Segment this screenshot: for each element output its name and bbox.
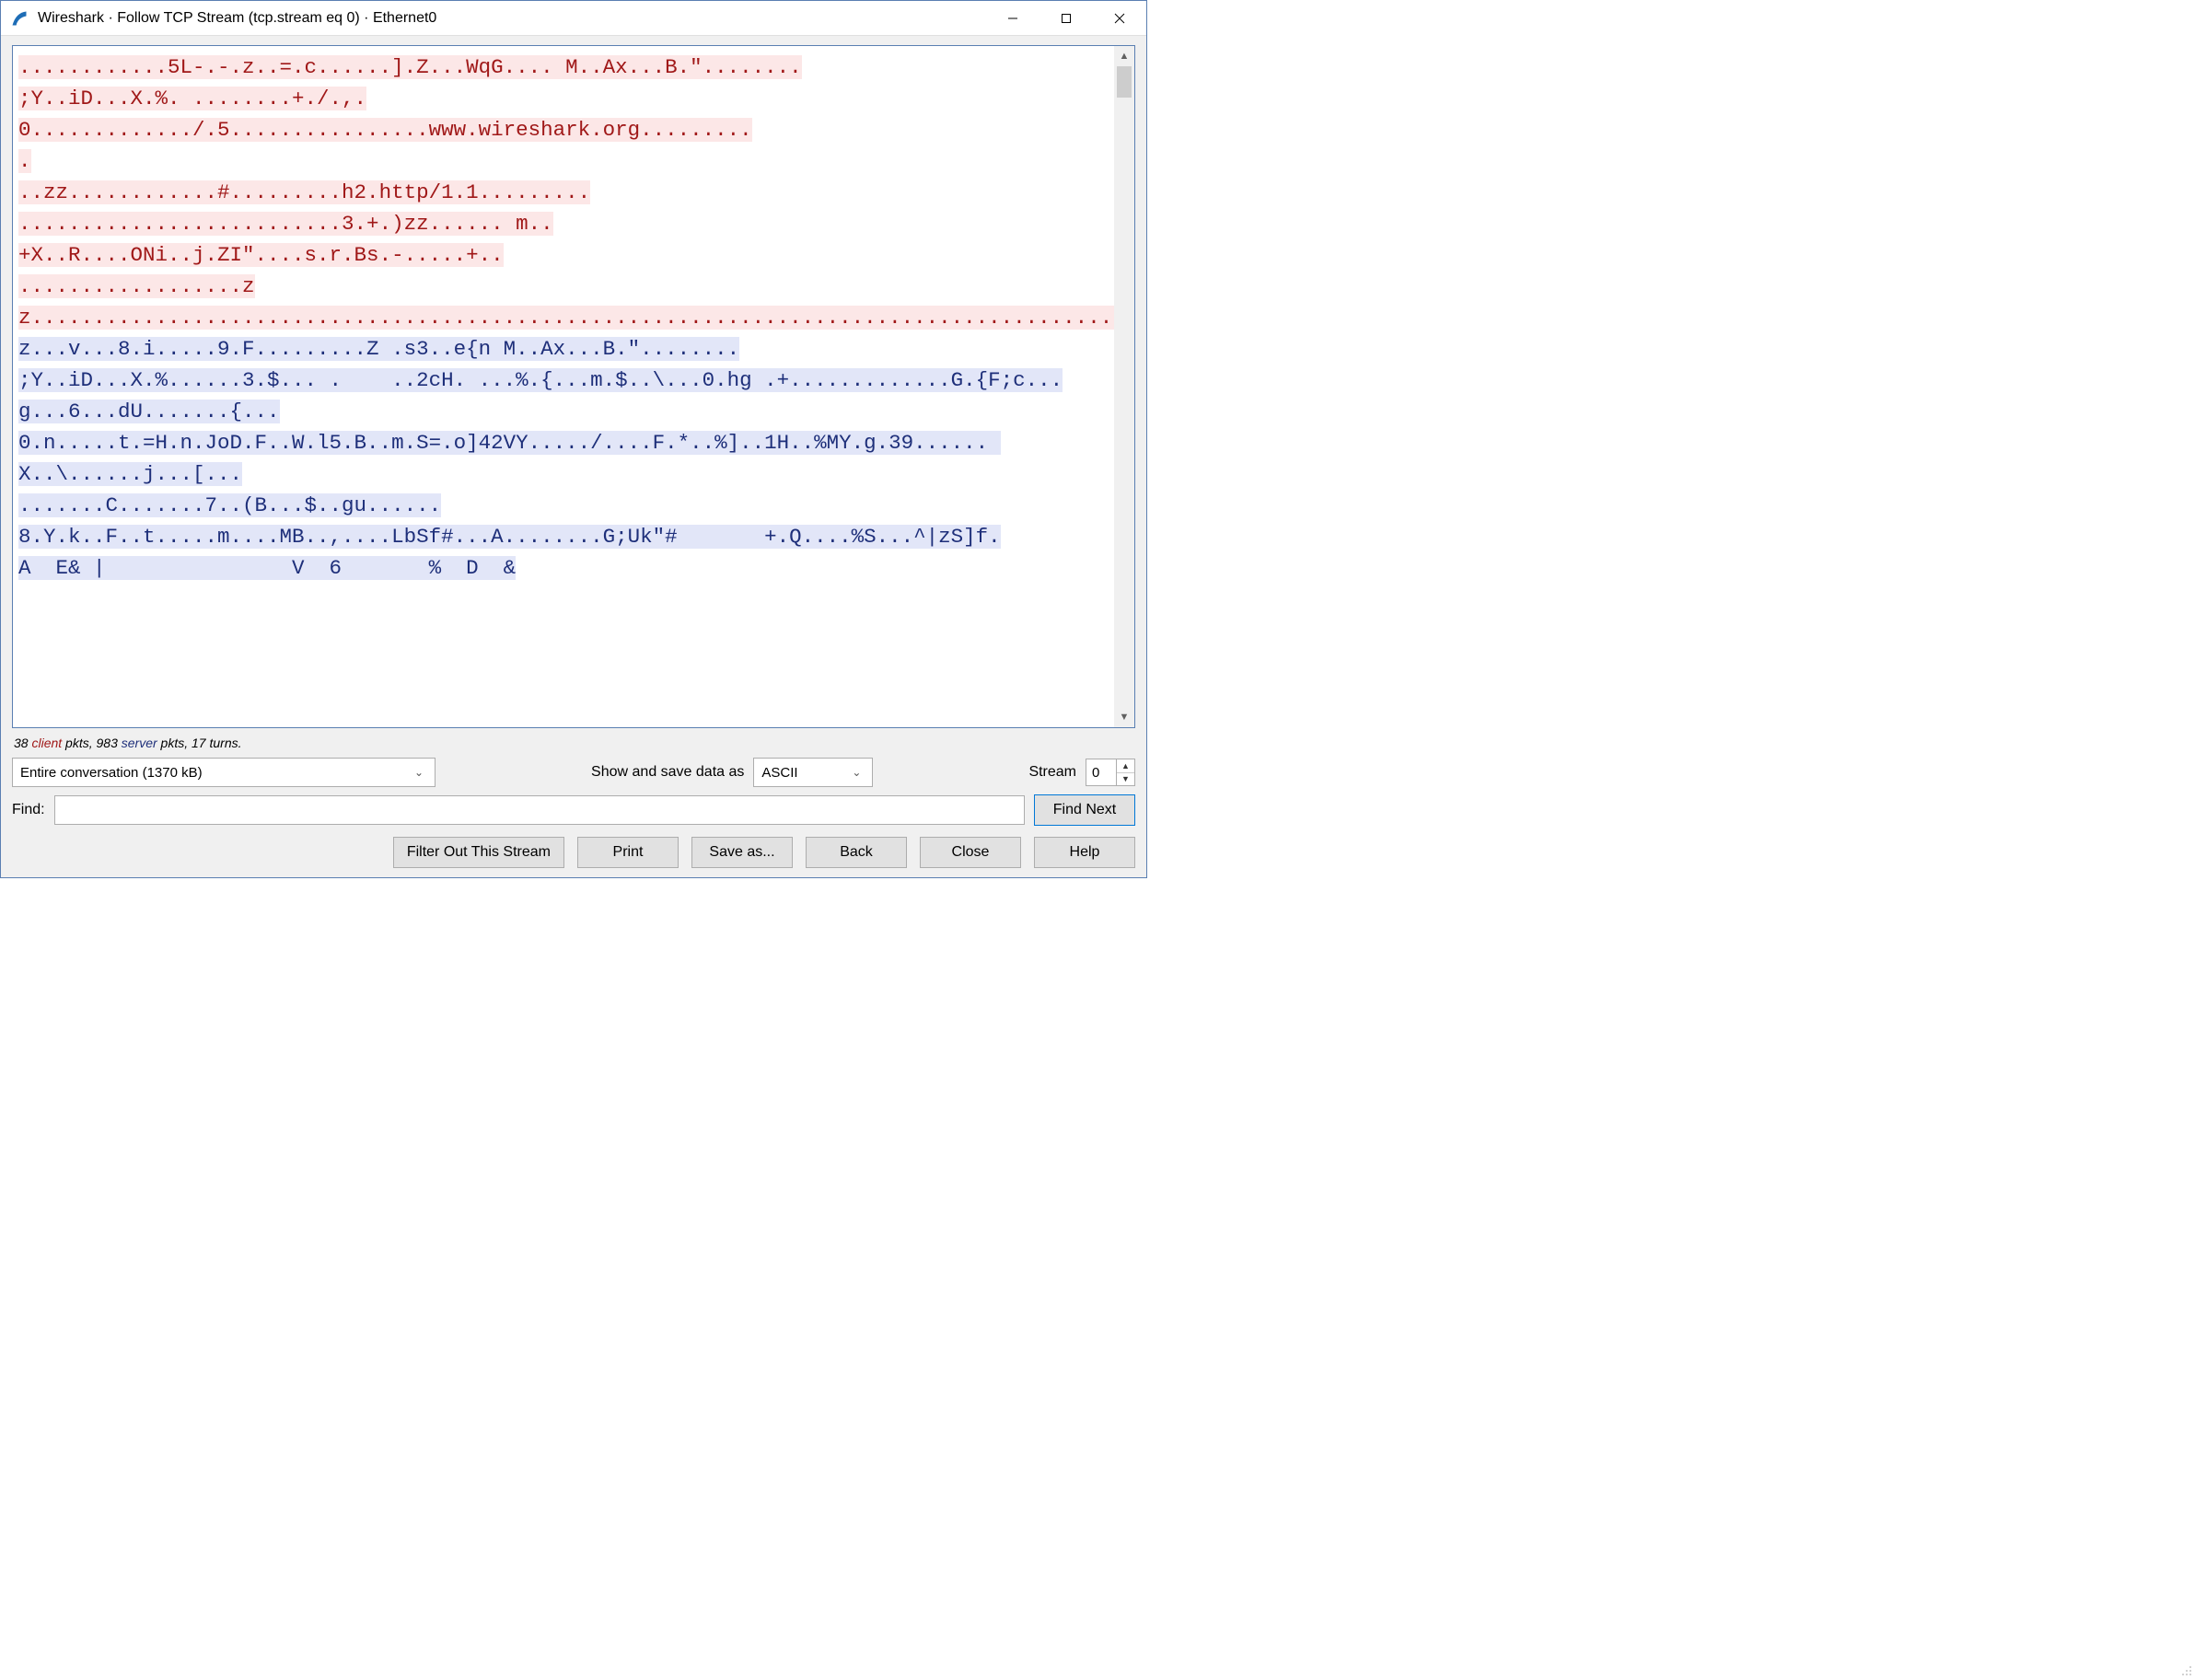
save-as-button[interactable]: Save as... [691,837,793,868]
client-bytes: +X..R....ONi..j.ZI"....s.r.Bs.-.....+.. [18,243,504,267]
server-bytes: A E& | V 6 % D & [18,556,516,580]
client-bytes: 0............./.5................www.wir… [18,118,752,142]
scroll-down-icon[interactable]: ▼ [1114,707,1134,727]
window-title: Wireshark · Follow TCP Stream (tcp.strea… [38,10,986,27]
server-bytes: .......C.......7..(B...$..gu...... [18,493,441,517]
data-format-selector[interactable]: ASCII ⌄ [753,758,873,787]
client-bytes: . [18,149,31,173]
spin-up-icon[interactable]: ▲ [1117,759,1134,773]
resize-grip-icon[interactable] [2179,1663,2192,1676]
client-bytes: ..zz............#.........h2.http/1.1...… [18,180,590,204]
help-button[interactable]: Help [1034,837,1135,868]
packet-stats-label: 38 client pkts, 983 server pkts, 17 turn… [12,736,1135,750]
client-bytes: ..........................3.+.)zz...... … [18,212,553,236]
stream-number-label: Stream [1028,764,1076,781]
client-bytes: ;Y..iD...X.%. ........+./.,. [18,87,366,110]
filter-out-stream-button[interactable]: Filter Out This Stream [393,837,564,868]
stream-text-area[interactable]: ............5L-.-.z..=.c......].Z...WqG.… [12,45,1135,728]
maximize-button[interactable] [1039,1,1093,36]
chevron-down-icon: ⌄ [848,766,865,779]
client-bytes: ............5L-.-.z..=.c......].Z...WqG.… [18,55,802,79]
find-next-button[interactable]: Find Next [1034,794,1135,826]
show-save-label: Show and save data as [591,764,744,781]
vertical-scrollbar[interactable]: ▲ ▼ [1114,46,1134,727]
wireshark-fin-icon [10,9,29,28]
client-bytes: ..................zz....................… [18,274,1114,330]
chevron-down-icon: ⌄ [411,766,427,779]
find-input[interactable] [54,795,1025,825]
server-bytes: 8.Y.k..F..t.....m....MB..,....LbSf#...A.… [18,525,1001,549]
print-button[interactable]: Print [577,837,679,868]
stream-number-spinner[interactable]: ▲ ▼ [1086,759,1135,786]
spin-down-icon[interactable]: ▼ [1117,773,1134,786]
stream-number-input[interactable] [1086,759,1116,785]
scroll-thumb[interactable] [1117,66,1132,98]
server-bytes: 0.n.....t.=H.n.JoD.F..W.l5.B..m.S=.o]42V… [18,431,1001,486]
close-window-button[interactable] [1093,1,1146,36]
titlebar: Wireshark · Follow TCP Stream (tcp.strea… [1,1,1146,36]
server-bytes: ;Y..iD...X.%......3.$... . ..2cH. ...%.{… [18,368,1063,423]
conversation-selector[interactable]: Entire conversation (1370 kB) ⌄ [12,758,436,787]
scroll-up-icon[interactable]: ▲ [1114,46,1134,66]
find-label: Find: [12,802,45,818]
minimize-button[interactable] [986,1,1039,36]
close-button[interactable]: Close [920,837,1021,868]
back-button[interactable]: Back [806,837,907,868]
